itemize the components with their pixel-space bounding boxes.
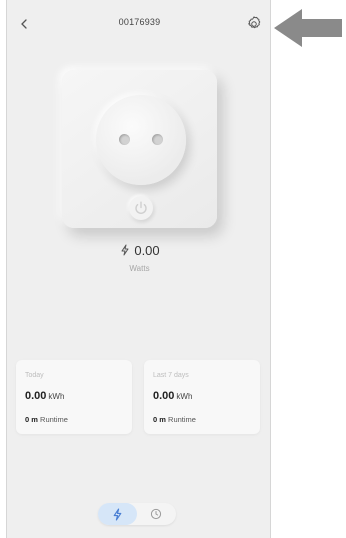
stat-runtime: 0 m Runtime [153, 415, 196, 424]
socket-hole-right [152, 134, 163, 145]
arrow-pointer-icon [274, 9, 342, 47]
tab-power[interactable] [98, 503, 137, 525]
power-toggle-button[interactable] [129, 196, 153, 220]
socket-hole-left [119, 134, 130, 145]
stat-label: Last 7 days [153, 372, 189, 379]
phone-screen: 00176939 0.00 Watts Today 0.00 kWh 0 m Ru… [6, 0, 271, 538]
stat-label: Today [25, 372, 44, 379]
socket-illustration [96, 95, 186, 185]
device-title: 00176939 [118, 17, 161, 27]
tab-history[interactable] [137, 503, 176, 525]
header: 00176939 [7, 12, 272, 36]
smart-plug-card [62, 70, 217, 228]
power-unit-label: Watts [129, 264, 150, 273]
stat-runtime: 0 m Runtime [25, 415, 68, 424]
stat-value: 0.00 kWh [25, 390, 65, 402]
bottom-tab-bar [98, 503, 176, 525]
stat-card-today[interactable]: Today 0.00 kWh 0 m Runtime [16, 360, 132, 434]
power-value: 0.00 [134, 243, 160, 258]
settings-button[interactable] [245, 15, 263, 33]
stat-value: 0.00 kWh [153, 390, 193, 402]
lightning-icon [121, 244, 129, 256]
gear-icon [248, 16, 261, 29]
power-reading: 0.00 [7, 243, 272, 258]
power-icon [135, 201, 147, 214]
clock-icon [150, 508, 162, 520]
lightning-icon [113, 508, 122, 521]
stat-card-last-7-days[interactable]: Last 7 days 0.00 kWh 0 m Runtime [144, 360, 260, 434]
